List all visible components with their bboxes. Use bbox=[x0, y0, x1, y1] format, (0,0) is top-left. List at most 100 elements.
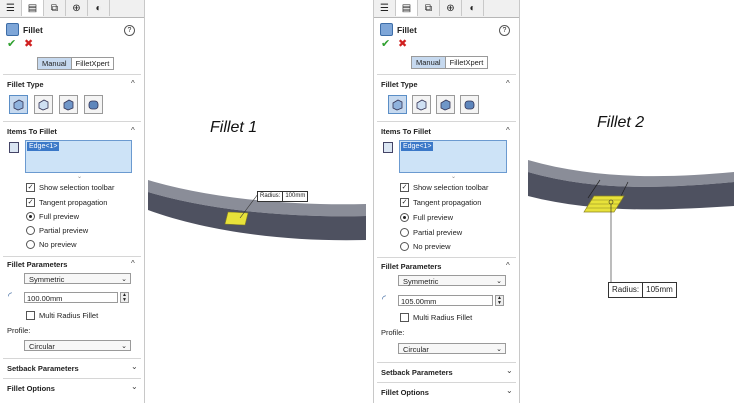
multi-radius-checkbox[interactable]: Multi Radius Fillet bbox=[26, 311, 98, 320]
fillet-icon bbox=[380, 23, 393, 36]
panel-header: Fillet bbox=[380, 23, 417, 36]
tangent-propagation-checkbox[interactable]: ✓ Tangent propagation bbox=[26, 198, 107, 207]
resize-handle[interactable]: ⌄ bbox=[77, 173, 82, 180]
edge-icon bbox=[383, 142, 393, 153]
radius-callout-left[interactable]: Radius: 100mm bbox=[257, 191, 309, 202]
chevron-up-icon[interactable]: ^ bbox=[506, 126, 510, 135]
help-icon[interactable]: ? bbox=[499, 25, 510, 36]
section-fillet-type[interactable]: Fillet Type bbox=[7, 80, 44, 89]
list-item[interactable]: Edge<1> bbox=[401, 142, 434, 151]
section-fillet-options[interactable]: Fillet Options bbox=[7, 384, 55, 393]
page-title: Fillet bbox=[397, 24, 417, 35]
ok-icon[interactable]: ✔ bbox=[381, 37, 390, 50]
display-manager-icon[interactable]: ◐ bbox=[462, 0, 484, 16]
radius-callout-right[interactable]: Radius: 105mm bbox=[608, 282, 677, 298]
full-round-fillet-button[interactable] bbox=[460, 95, 479, 114]
items-to-fillet-list[interactable]: Edge<1> bbox=[399, 140, 507, 173]
radius-spinner[interactable]: ▲ ▼ bbox=[495, 295, 504, 306]
property-manager-left: ☰ ▤ ⧉ ⊕ ◐ Fillet ? ✔ ✖ Manual FilletXper… bbox=[0, 0, 145, 403]
mode-toggle: Manual FilletXpert bbox=[411, 56, 489, 69]
property-manager-icon[interactable]: ▤ bbox=[396, 0, 418, 16]
profile-label: Profile: bbox=[381, 328, 405, 337]
radius-icon: ◜ bbox=[382, 294, 386, 305]
radius-spinner[interactable]: ▲ ▼ bbox=[120, 292, 129, 303]
tab-filletxpert[interactable]: FilletXpert bbox=[72, 58, 114, 69]
property-manager-icon[interactable]: ▤ bbox=[22, 0, 44, 16]
multi-radius-checkbox[interactable]: Multi Radius Fillet bbox=[400, 313, 472, 322]
constant-size-fillet-button[interactable] bbox=[388, 95, 407, 114]
radius-icon: ◜ bbox=[8, 291, 12, 302]
section-items-to-fillet[interactable]: Items To Fillet bbox=[7, 127, 57, 136]
divider bbox=[377, 362, 516, 363]
variable-size-fillet-button[interactable] bbox=[34, 95, 53, 114]
manager-tabs: ☰ ▤ ⧉ ⊕ ◐ bbox=[0, 0, 144, 18]
tab-manual[interactable]: Manual bbox=[38, 58, 72, 69]
fillet-method-select[interactable]: Symmetric ⌄ bbox=[24, 273, 131, 284]
show-selection-toolbar-checkbox[interactable]: ✓ Show selection toolbar bbox=[400, 183, 488, 192]
variable-size-fillet-button[interactable] bbox=[412, 95, 431, 114]
full-round-fillet-button[interactable] bbox=[84, 95, 103, 114]
display-manager-icon[interactable]: ◐ bbox=[88, 0, 110, 16]
cancel-icon[interactable]: ✖ bbox=[24, 37, 33, 50]
no-preview-radio[interactable]: No preview bbox=[26, 240, 77, 249]
chevron-up-icon[interactable]: ^ bbox=[131, 126, 135, 135]
model-view-left bbox=[148, 180, 366, 241]
panel-header: Fillet bbox=[6, 23, 43, 36]
divider bbox=[3, 378, 141, 379]
chevron-up-icon[interactable]: ^ bbox=[506, 261, 510, 270]
chevron-up-icon[interactable]: ^ bbox=[131, 259, 135, 268]
section-setback-parameters[interactable]: Setback Parameters bbox=[381, 368, 453, 377]
section-fillet-options[interactable]: Fillet Options bbox=[381, 388, 429, 397]
section-fillet-type[interactable]: Fillet Type bbox=[381, 80, 418, 89]
face-fillet-button[interactable] bbox=[436, 95, 455, 114]
constant-size-fillet-button[interactable] bbox=[9, 95, 28, 114]
no-preview-radio[interactable]: No preview bbox=[400, 242, 451, 251]
section-setback-parameters[interactable]: Setback Parameters bbox=[7, 364, 79, 373]
chevron-down-icon[interactable]: ⌄ bbox=[131, 362, 138, 371]
chevron-up-icon[interactable]: ^ bbox=[506, 79, 510, 88]
cancel-icon[interactable]: ✖ bbox=[398, 37, 407, 50]
fillet-method-select[interactable]: Symmetric ⌄ bbox=[398, 275, 506, 286]
partial-preview-radio[interactable]: Partial preview bbox=[400, 228, 462, 237]
profile-select[interactable]: Circular ⌄ bbox=[24, 340, 131, 351]
dim-xpert-icon[interactable]: ⊕ bbox=[66, 0, 88, 16]
radius-input[interactable]: 105.00mm bbox=[398, 295, 493, 306]
list-item[interactable]: Edge<1> bbox=[27, 142, 60, 151]
chevron-up-icon[interactable]: ^ bbox=[131, 79, 135, 88]
radius-input[interactable]: 100.00mm bbox=[24, 292, 118, 303]
profile-select[interactable]: Circular ⌄ bbox=[398, 343, 506, 354]
chevron-down-icon[interactable]: ⌄ bbox=[131, 382, 138, 391]
mode-toggle: Manual FilletXpert bbox=[37, 57, 115, 70]
chevron-down-icon[interactable]: ⌄ bbox=[506, 366, 513, 375]
fillet-icon bbox=[6, 23, 19, 36]
caption-left: Fillet 1 bbox=[210, 119, 258, 136]
manager-tabs: ☰ ▤ ⧉ ⊕ ◐ bbox=[374, 0, 519, 18]
full-preview-radio[interactable]: Full preview bbox=[26, 212, 79, 221]
configuration-manager-icon[interactable]: ⧉ bbox=[44, 0, 66, 16]
show-selection-toolbar-checkbox[interactable]: ✓ Show selection toolbar bbox=[26, 183, 114, 192]
help-icon[interactable]: ? bbox=[124, 25, 135, 36]
tab-filletxpert[interactable]: FilletXpert bbox=[446, 57, 488, 68]
chevron-down-icon[interactable]: ⌄ bbox=[506, 386, 513, 395]
section-fillet-parameters[interactable]: Fillet Parameters bbox=[7, 260, 67, 269]
radius-callout-value: 100mm bbox=[282, 192, 307, 201]
feature-manager-icon[interactable]: ☰ bbox=[374, 0, 396, 16]
partial-preview-radio[interactable]: Partial preview bbox=[26, 226, 88, 235]
radius-callout-value: 105mm bbox=[642, 283, 676, 297]
configuration-manager-icon[interactable]: ⧉ bbox=[418, 0, 440, 16]
full-preview-radio[interactable]: Full preview bbox=[400, 213, 453, 222]
divider bbox=[377, 121, 516, 122]
radius-callout-label: Radius: bbox=[260, 193, 281, 199]
tangent-propagation-checkbox[interactable]: ✓ Tangent propagation bbox=[400, 198, 481, 207]
section-items-to-fillet[interactable]: Items To Fillet bbox=[381, 127, 431, 136]
section-fillet-parameters[interactable]: Fillet Parameters bbox=[381, 262, 441, 271]
divider bbox=[377, 74, 516, 75]
resize-handle[interactable]: ⌄ bbox=[451, 173, 456, 180]
tab-manual[interactable]: Manual bbox=[412, 57, 446, 68]
property-manager-right: ☰ ▤ ⧉ ⊕ ◐ Fillet ? ✔ ✖ Manual FilletXper… bbox=[373, 0, 520, 403]
ok-icon[interactable]: ✔ bbox=[7, 37, 16, 50]
face-fillet-button[interactable] bbox=[59, 95, 78, 114]
feature-manager-icon[interactable]: ☰ bbox=[0, 0, 22, 16]
dim-xpert-icon[interactable]: ⊕ bbox=[440, 0, 462, 16]
items-to-fillet-list[interactable]: Edge<1> bbox=[25, 140, 132, 173]
